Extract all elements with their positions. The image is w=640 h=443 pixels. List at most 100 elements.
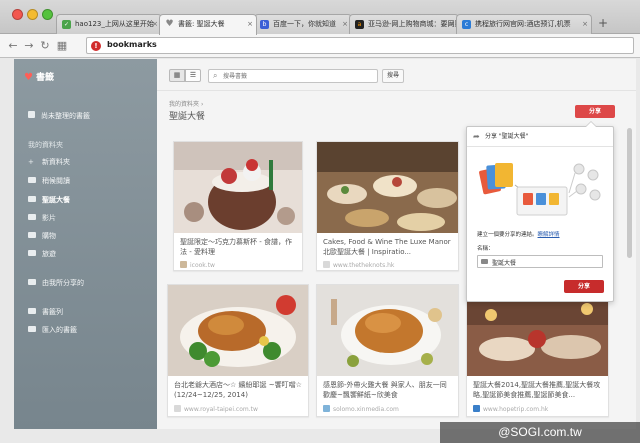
close-tab-icon[interactable]: × — [449, 15, 455, 34]
card-domain: icook.tw — [180, 261, 215, 269]
popover-title: 分享 "聖誕大餐" — [485, 133, 529, 140]
tab-label: 書籤: 聖誕大餐 — [178, 20, 225, 28]
bookmark-card[interactable]: 台北老爺大酒店～☆ 繽紛耶誕 ~饗叮噹☆ (12/24~12/25, 2014)… — [167, 284, 309, 417]
sidebar-item-read-later[interactable]: 稍候閱讀 — [28, 176, 70, 186]
site-favicon-icon — [323, 261, 330, 268]
sidebar-item-label: 稍候閱讀 — [42, 177, 70, 185]
bookmark-card[interactable]: 聖誕大餐2014,聖誕大餐推薦,聖誕大餐攻略,聖誕節美食推薦,聖誕節美食... … — [466, 284, 609, 417]
amazon-icon: a — [355, 20, 364, 29]
name-field[interactable]: 聖誕大餐 — [477, 255, 603, 268]
card-domain-text: www.royal-taipei.com.tw — [184, 406, 258, 413]
breadcrumb-my-folders[interactable]: 我的資料夾 — [169, 101, 199, 108]
sidebar: ♥ 書籤 尚未整理的書籤 我的資料夾 + 新資料夾 稍候閱讀 聖誕大餐 影片 購物 … — [14, 59, 157, 429]
sidebar-item-label: 新資料夾 — [42, 158, 70, 166]
folder-icon — [28, 232, 36, 238]
sidebar-item-christmas-dinner[interactable]: 聖誕大餐 — [28, 195, 70, 205]
bookmark-card[interactable]: 感恩節-外帶火雞大餐 與家人、朋友一同歡慶~飄饗鮮紙~欣美食 solomo.xi… — [316, 284, 459, 417]
name-label: 名稱： — [477, 246, 494, 252]
name-field-value: 聖誕大餐 — [492, 260, 517, 267]
browser-toolbar: ← → ↻ ▦ ! bookmarks — [0, 34, 640, 58]
sidebar-item-bookmarks-bar[interactable]: 書籤列 — [28, 307, 63, 317]
tab-label: 携程旅行网官网:酒店预订,机票 — [475, 20, 571, 28]
breadcrumb: 我的資料夾 › — [169, 99, 203, 108]
popover-description-text: 建立一個要分享的連結。 — [477, 232, 538, 238]
close-tab-icon[interactable]: × — [342, 15, 348, 34]
minimize-window-button[interactable] — [27, 9, 38, 20]
reload-icon[interactable]: ↻ — [38, 38, 52, 53]
apps-grid-icon[interactable]: ▦ — [55, 38, 69, 53]
sidebar-item-label: 匯入的書籤 — [42, 326, 77, 334]
folder-icon — [28, 250, 36, 256]
search-box: ⌕ — [208, 69, 378, 83]
new-tab-button[interactable]: + — [594, 16, 612, 32]
search-input[interactable] — [223, 71, 373, 81]
sidebar-item-label: 旅遊 — [42, 250, 56, 258]
bookmark-card[interactable]: 聖誕限定～巧克力慕斯杯 - 食譜，作法 - 愛料理 icook.tw — [173, 141, 303, 271]
main-toolbar: ▦ ☰ ⌕ 搜尋 — [157, 59, 636, 91]
folder-icon — [28, 326, 36, 332]
search-button[interactable]: 搜尋 — [382, 69, 404, 83]
tab-label: hao123_上网从这里开始 — [75, 20, 154, 28]
close-tab-icon[interactable]: × — [152, 15, 158, 34]
tab-label: 亚马逊-网上购物商城：要网购， — [368, 20, 459, 28]
sidebar-logo: ♥ 書籤 — [24, 70, 54, 83]
card-thumbnail — [317, 285, 458, 376]
site-favicon-icon — [323, 405, 330, 412]
share-button[interactable]: 分享 — [564, 280, 604, 293]
card-thumbnail — [317, 142, 458, 233]
scrollbar[interactable] — [627, 128, 632, 258]
card-thumbnail — [174, 142, 302, 233]
forward-arrow-icon[interactable]: → — [22, 38, 36, 53]
share-popover: ➦ 分享 "聖誕大餐" 建立一個要分享的連結。瞭解詳情 名稱： 聖誕大餐 分享 — [466, 121, 614, 302]
close-tab-icon[interactable]: × — [582, 15, 588, 34]
card-thumbnail — [168, 285, 308, 376]
card-domain-text: solomo.xinmedia.com — [333, 406, 399, 413]
site-favicon-icon — [473, 405, 480, 412]
tab-strip: ✓ hao123_上网从这里开始 × ♥ 書籤: 聖誕大餐 × b 百度一下，你… — [0, 0, 640, 35]
sidebar-item-label: 影片 — [42, 214, 56, 222]
card-domain: www.royal-taipei.com.tw — [174, 405, 258, 413]
sidebar-item-new-folder[interactable]: + 新資料夾 — [28, 157, 70, 167]
popover-header: ➦ 分享 "聖誕大餐" — [467, 127, 613, 147]
card-title: 台北老爺大酒店～☆ 繽紛耶誕 ~饗叮噹☆ (12/24~12/25, 2014) — [174, 381, 302, 399]
heart-icon: ♥ — [165, 19, 174, 29]
page-title: 聖誕大餐 — [169, 112, 206, 122]
tab-amazon[interactable]: a 亚马逊-网上购物商城：要网购， × — [349, 14, 459, 34]
sidebar-item-imported[interactable]: 匯入的書籤 — [28, 325, 77, 335]
ctrip-icon: c — [462, 20, 471, 29]
baidu-icon: b — [260, 20, 269, 29]
close-window-button[interactable] — [12, 9, 23, 20]
sidebar-item-travel[interactable]: 旅遊 — [28, 249, 56, 259]
learn-more-link[interactable]: 瞭解詳情 — [538, 232, 560, 238]
folder-icon — [28, 177, 36, 183]
bookmark-card[interactable]: Cakes, Food & Wine The Luxe Manor 北歐聖誕大餐… — [316, 141, 459, 271]
list-view-button[interactable]: ☰ — [185, 69, 201, 82]
sidebar-item-videos[interactable]: 影片 — [28, 213, 56, 223]
tab-hao123[interactable]: ✓ hao123_上网从这里开始 × — [56, 14, 162, 34]
grid-view-button[interactable]: ▦ — [169, 69, 185, 82]
address-bar[interactable]: ! bookmarks — [86, 37, 634, 54]
sidebar-logo-text: 書籤 — [35, 73, 54, 83]
tab-ctrip[interactable]: c 携程旅行网官网:酒店预订,机票 × — [456, 14, 592, 34]
maximize-window-button[interactable] — [42, 9, 53, 20]
card-domain: www.hopetrip.com.hk — [473, 405, 548, 413]
sidebar-item-shared-by-me[interactable]: 由我所分享的 — [28, 278, 84, 288]
sidebar-item-label: 尚未整理的書籤 — [41, 112, 90, 120]
tab-label: 百度一下，你就知道 — [273, 20, 336, 28]
card-title: 聖誕限定～巧克力慕斯杯 - 食譜，作法 - 愛料理 — [180, 238, 292, 256]
sidebar-item-shopping[interactable]: 購物 — [28, 231, 56, 241]
card-title: 聖誕大餐2014,聖誕大餐推薦,聖誕大餐攻略,聖誕節美食推薦,聖誕節美食... — [473, 381, 601, 399]
tab-bookmarks[interactable]: ♥ 書籤: 聖誕大餐 × — [159, 14, 257, 35]
watermark: @SOGI.com.tw — [440, 422, 640, 443]
site-favicon-icon — [180, 261, 187, 268]
sidebar-item-unsorted[interactable]: 尚未整理的書籤 — [28, 111, 90, 121]
card-domain-text: www.hopetrip.com.hk — [483, 406, 549, 413]
share-folder-button[interactable]: 分享 — [575, 105, 615, 118]
folder-icon — [28, 308, 36, 314]
tab-baidu[interactable]: b 百度一下，你就知道 × — [254, 14, 352, 34]
back-arrow-icon[interactable]: ← — [6, 38, 20, 53]
folder-icon — [481, 259, 488, 264]
card-domain-text: www.thetheknots.hk — [333, 262, 395, 269]
card-domain-text: icook.tw — [190, 262, 215, 269]
close-tab-icon[interactable]: × — [247, 15, 253, 34]
